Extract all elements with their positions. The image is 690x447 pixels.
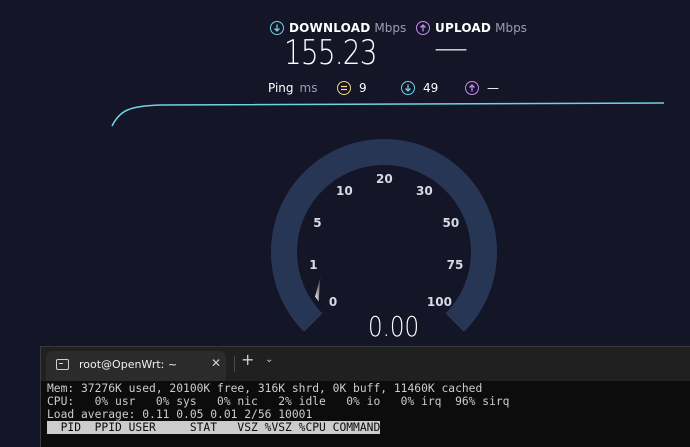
terminal-line: CPU: 0% usr 0% sys 0% nic 2% idle 0% io … <box>47 395 510 408</box>
terminal-tab-title: root@OpenWrt: ~ <box>79 358 178 371</box>
terminal-window[interactable]: root@OpenWrt: ~ ✕ + ⌄ Mem: 37276K used, … <box>40 346 690 447</box>
chevron-down-icon[interactable]: ⌄ <box>265 354 273 365</box>
gauge-tick-label: 1 <box>309 258 318 273</box>
close-tab-icon[interactable]: ✕ <box>211 356 221 370</box>
gauge-needle <box>315 276 321 302</box>
tab-divider <box>234 356 235 372</box>
terminal-output[interactable]: Mem: 37276K used, 20100K free, 316K shrd… <box>47 382 510 434</box>
gauge-tick-label: 5 <box>313 216 322 231</box>
gauge-tick-label: 30 <box>416 184 433 199</box>
new-tab-button[interactable]: + <box>241 352 254 368</box>
gauge-tick-label: 100 <box>426 294 452 309</box>
terminal-line: Mem: 37276K used, 20100K free, 316K shrd… <box>47 382 483 395</box>
terminal-tab-bar: root@OpenWrt: ~ ✕ + ⌄ <box>41 347 690 381</box>
terminal-line: Load average: 0.11 0.05 0.01 2/56 10001 <box>47 408 313 421</box>
gauge-tick-label: 20 <box>376 172 393 186</box>
terminal-tab[interactable]: root@OpenWrt: ~ ✕ <box>46 351 226 381</box>
speed-gauge <box>271 139 497 332</box>
process-table-header: PID PPID USER STAT VSZ %VSZ %CPU COMMAND <box>47 421 381 434</box>
terminal-icon <box>56 359 69 370</box>
gauge-tick-label: 10 <box>335 184 353 199</box>
gauge-tick-label: 50 <box>442 216 460 231</box>
current-speed-value: 0.00 <box>368 310 420 343</box>
gauge-tick-label: 0 <box>328 294 338 309</box>
gauge-tick-label: 75 <box>446 258 464 273</box>
